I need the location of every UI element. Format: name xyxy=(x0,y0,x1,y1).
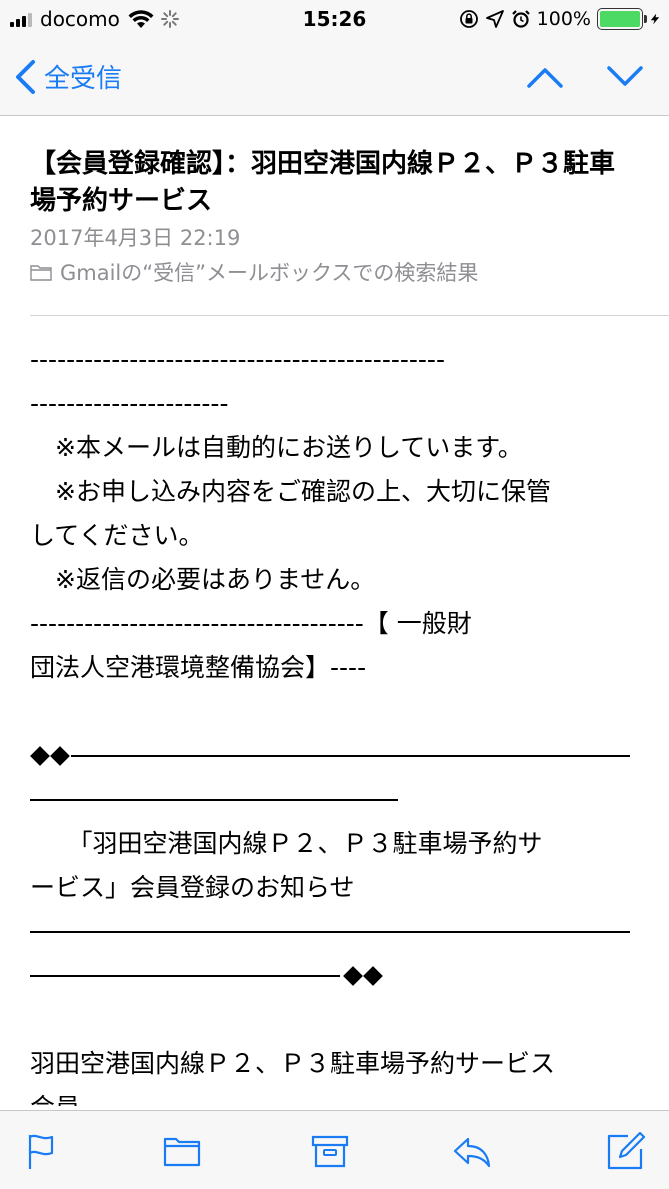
notice-line: ※お申し込み内容をご確認の上、大切に保管 xyxy=(30,477,551,506)
separator-top-continued xyxy=(30,778,630,822)
organization-line: 団法人空港環境整備協会】---- xyxy=(30,653,367,682)
notification-title: 「羽田空港国内線Ｐ２、Ｐ３駐車場予約サ xyxy=(30,829,543,858)
battery-icon xyxy=(597,8,647,30)
separator-bottom-continued xyxy=(30,954,630,998)
member-line: 会員 xyxy=(30,1086,630,1106)
battery-percentage: 100% xyxy=(536,8,591,30)
diamond-bullet xyxy=(50,746,70,766)
reply-icon xyxy=(453,1137,491,1168)
status-right: 100% xyxy=(459,7,661,31)
flag-button[interactable] xyxy=(22,1131,62,1171)
reply-button[interactable] xyxy=(452,1131,492,1171)
mail-date: 2017年4月3日 22:19 xyxy=(30,226,241,250)
bottom-toolbar xyxy=(0,1110,669,1189)
mail-body: ---------------------- ------------------… xyxy=(30,316,630,1106)
folder-icon xyxy=(163,1137,201,1167)
separator-top xyxy=(30,734,630,778)
charging-bolt-icon xyxy=(650,13,660,25)
diamond-bullet xyxy=(363,966,383,986)
dash-line: ---------------------- xyxy=(30,389,229,418)
orientation-lock-icon xyxy=(459,10,478,28)
folder-small-icon xyxy=(30,265,52,281)
organization-line: -------------------------------------【 一… xyxy=(30,609,472,638)
mail-header: 【会員登録確認】：羽田空港国内線Ｐ２、Ｐ３駐車場予約サービス 2017年4月3日… xyxy=(0,116,669,316)
mailbox-info: Gmailの“受信”メールボックスでの検索結果 xyxy=(30,257,478,287)
location-icon xyxy=(485,10,504,28)
navigation-bar: 全受信 xyxy=(0,40,669,116)
arrow-up-icon[interactable] xyxy=(525,62,565,92)
arrow-down-icon[interactable] xyxy=(605,62,645,92)
notification-title: ービス」会員登録のお知らせ xyxy=(30,873,355,902)
member-line: 羽田空港国内線Ｐ２、Ｐ３駐車場予約サービス xyxy=(30,1049,556,1078)
archive-button[interactable] xyxy=(310,1131,350,1171)
archive-icon xyxy=(311,1135,349,1168)
status-bar: docomo 15:26 100% xyxy=(0,0,669,40)
diamond-bullet xyxy=(30,746,50,766)
notice-line: ※本メールは自動的にお送りしています。 xyxy=(30,433,523,462)
diamond-bullet xyxy=(343,966,363,986)
notice-line: ※返信の必要はありません。 xyxy=(30,565,376,594)
compose-button[interactable] xyxy=(606,1131,646,1171)
mail-subject: 【会員登録確認】：羽田空港国内線Ｐ２、Ｐ３駐車場予約サービス xyxy=(30,149,616,216)
back-button-label: 全受信 xyxy=(44,64,123,94)
separator-bottom xyxy=(30,910,630,954)
mailbox-label: Gmailの“受信”メールボックスでの検索結果 xyxy=(60,261,479,285)
notice-line: してください。 xyxy=(30,521,204,550)
flag-icon xyxy=(28,1134,54,1169)
compose-icon xyxy=(607,1131,646,1170)
move-to-folder-button[interactable] xyxy=(162,1131,202,1171)
dash-line: ----------------------------------------… xyxy=(30,345,445,374)
back-button[interactable]: 全受信 xyxy=(14,58,122,95)
chevron-left-icon xyxy=(16,59,35,94)
alarm-icon xyxy=(511,10,530,28)
message-navigation xyxy=(525,62,645,92)
